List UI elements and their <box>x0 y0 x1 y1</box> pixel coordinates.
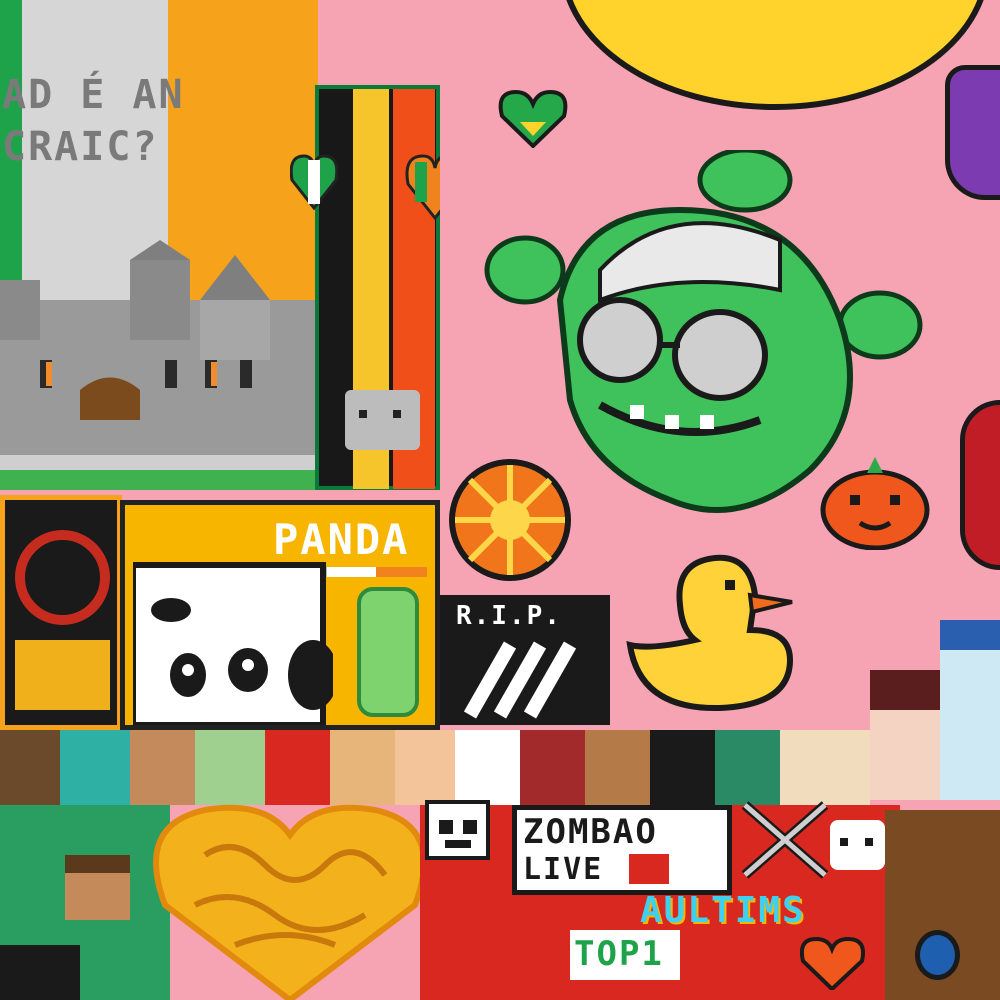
rip-panel: R.I.P. <box>440 595 610 725</box>
zombao-sign: ZOMBAO LIVE <box>512 805 732 895</box>
heart-icon <box>498 88 568 148</box>
rip-label: R.I.P. <box>456 601 562 631</box>
pixel-art-canvas: AD É AN CRAIC? PANDA R.I.P. ZOMBAO LIVE … <box>0 0 1000 1000</box>
heart-icon <box>290 150 338 210</box>
skull-icon <box>425 800 490 860</box>
wolf-icon <box>345 390 420 450</box>
orange-fruit-icon <box>445 445 575 585</box>
irish-text-line1: AD É AN <box>2 72 185 118</box>
anime-character <box>870 670 950 800</box>
panda-panel: PANDA <box>120 500 440 730</box>
orange-fruit-icon <box>815 455 935 550</box>
minecraft-faces-row <box>0 730 870 805</box>
irish-text-line2: CRAIC? <box>2 124 159 170</box>
anime-character <box>940 620 1000 800</box>
crossed-swords-icon <box>740 800 830 880</box>
brown-hair-character <box>885 810 1000 1000</box>
rubber-duck-icon <box>620 550 800 715</box>
zombao-label-line2: LIVE <box>523 852 604 887</box>
zombao-label-line1: ZOMBAO <box>523 812 658 852</box>
castle-icon <box>0 240 320 490</box>
golden-heart-icon <box>145 795 435 1000</box>
cat-face-icon <box>830 820 885 870</box>
panda-icon <box>133 555 333 725</box>
top1-label: TOP1 <box>574 934 664 974</box>
green-capsule-character <box>357 587 419 717</box>
top1-badge: TOP1 <box>570 930 680 980</box>
brand-label: AULTIMS <box>640 890 806 931</box>
purple-fruit-icon <box>945 65 1000 200</box>
heart-icon <box>800 935 865 990</box>
dark-emblem <box>0 495 122 730</box>
red-fruit-icon <box>960 400 1000 570</box>
